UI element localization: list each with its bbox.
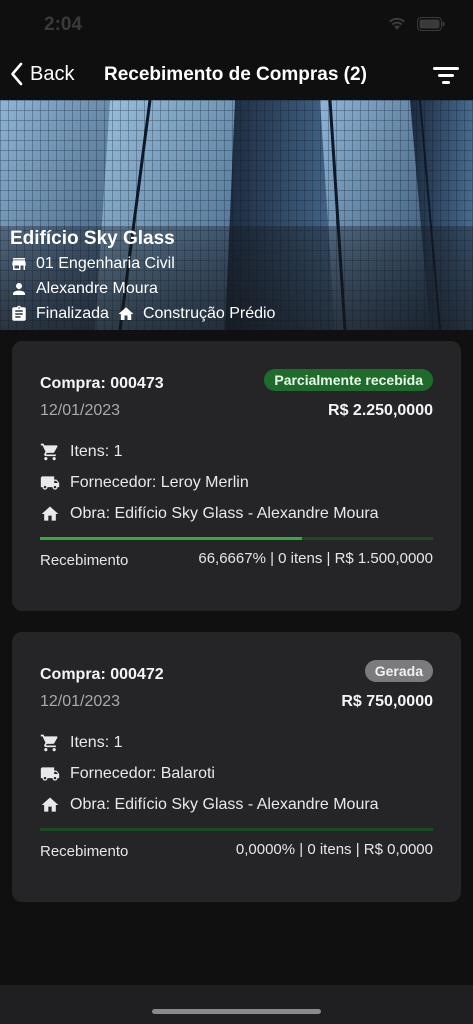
- wifi-icon: [389, 17, 405, 30]
- filter-button[interactable]: [433, 64, 459, 91]
- person-icon: [13, 283, 25, 295]
- company-row: 01 Engenharia Civil: [10, 255, 175, 273]
- status-icons: [387, 16, 445, 31]
- receipt-label: Recebimento: [40, 552, 129, 569]
- home-icon: [41, 797, 59, 812]
- cart-icon: [40, 443, 58, 461]
- supplier-row: Fornecedor: Balaroti: [40, 764, 215, 784]
- clipboard-icon: [12, 305, 26, 321]
- bottom-bar: [0, 985, 473, 1024]
- project-title: Edifício Sky Glass: [10, 228, 175, 249]
- company-name: 01 Engenharia Civil: [36, 255, 175, 272]
- purchase-amount: R$ 2.250,0000: [328, 402, 433, 419]
- purchase-amount: R$ 750,0000: [341, 693, 433, 710]
- purchase-title: Compra: 000472: [40, 666, 164, 683]
- purchase-card[interactable]: Compra: 000472 Gerada 12/01/2023 R$ 750,…: [12, 632, 461, 902]
- back-label: Back: [30, 62, 75, 85]
- supplier-row: Fornecedor: Leroy Merlin: [40, 473, 249, 493]
- purchase-title: Compra: 000473: [40, 375, 164, 392]
- truck-icon: [40, 476, 60, 490]
- project-status: Finalizada: [36, 305, 109, 322]
- status-badge: Parcialmente recebida: [264, 369, 433, 391]
- chevron-left-icon: [11, 62, 23, 86]
- status-row: Finalizada Construção Prédio: [10, 305, 275, 323]
- site-name: Obra: Edifício Sky Glass - Alexandre Mou…: [70, 796, 379, 813]
- filter-icon: [433, 67, 459, 84]
- person-name: Alexandre Moura: [36, 280, 158, 297]
- status-time: 2:04: [44, 14, 83, 35]
- items-count: Itens: 1: [70, 443, 123, 460]
- purchase-date: 12/01/2023: [40, 402, 121, 419]
- site-row: Obra: Edifício Sky Glass - Alexandre Mou…: [40, 795, 379, 815]
- battery-icon: [417, 16, 445, 31]
- supplier-name: Fornecedor: Leroy Merlin: [70, 474, 249, 491]
- truck-icon: [40, 767, 60, 781]
- receipt-progress-bar: [40, 828, 433, 831]
- receipt-value: 66,6667% | 0 itens | R$ 1.500,0000: [198, 550, 433, 567]
- navigation-bar: Back Recebimento de Compras (2): [0, 52, 473, 100]
- items-row: Itens: 1: [40, 442, 122, 462]
- project-type: Construção Prédio: [142, 305, 276, 322]
- home-icon: [41, 506, 59, 521]
- receipt-label: Recebimento: [40, 843, 129, 860]
- status-bar: 2:04: [0, 0, 473, 52]
- receipt-progress-bar: [40, 537, 433, 540]
- items-row: Itens: 1: [40, 733, 122, 753]
- store-icon: [12, 258, 26, 270]
- site-name: Obra: Edifício Sky Glass - Alexandre Mou…: [70, 505, 379, 522]
- page-title: Recebimento de Compras (2): [104, 64, 367, 85]
- items-count: Itens: 1: [70, 734, 123, 751]
- site-row: Obra: Edifício Sky Glass - Alexandre Mou…: [40, 504, 379, 524]
- purchase-date: 12/01/2023: [40, 693, 121, 710]
- receipt-progress-fill: [40, 537, 302, 540]
- status-badge: Gerada: [364, 660, 433, 682]
- project-header: Edifício Sky Glass 01 Engenharia Civil A…: [0, 100, 473, 330]
- supplier-name: Fornecedor: Balaroti: [70, 765, 215, 782]
- receipt-value: 0,0000% | 0 itens | R$ 0,0000: [235, 841, 433, 858]
- purchase-card[interactable]: Compra: 000473 Parcialmente recebida 12/…: [12, 341, 461, 611]
- home-indicator[interactable]: [152, 1009, 321, 1014]
- back-button[interactable]: Back: [10, 62, 74, 86]
- person-row: Alexandre Moura: [10, 280, 158, 298]
- cart-icon: [40, 734, 58, 752]
- home-icon: [118, 307, 134, 320]
